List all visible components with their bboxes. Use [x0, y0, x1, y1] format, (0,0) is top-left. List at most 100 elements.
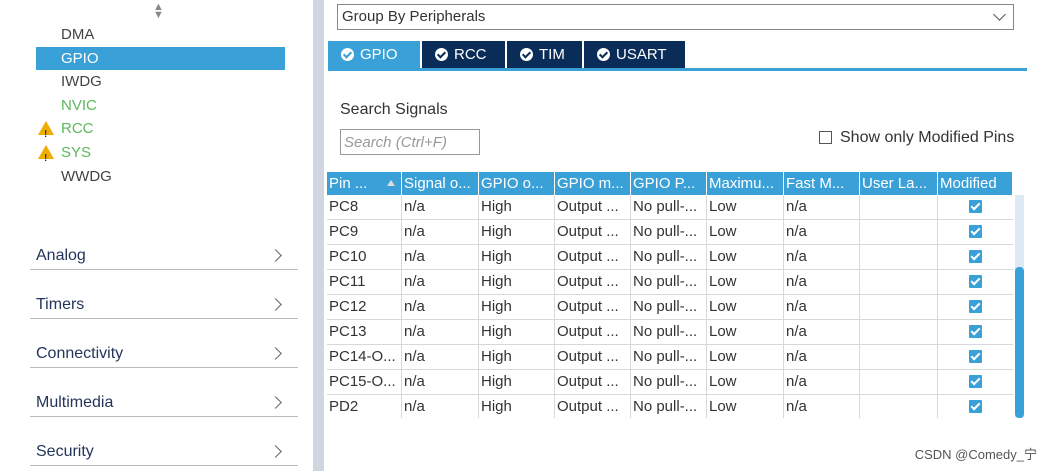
- modified-checkbox[interactable]: [969, 200, 982, 213]
- scrollbar-thumb[interactable]: [1015, 267, 1024, 418]
- table-cell: High: [479, 220, 555, 244]
- table-cell: No pull-...: [631, 245, 707, 269]
- modified-checkbox[interactable]: [969, 325, 982, 338]
- column-header[interactable]: Pin ...: [327, 172, 402, 195]
- table-cell: [938, 370, 1013, 394]
- left-panel: ▲▼ DMA GPIO IWDG NVIC RCC SYS WWDG Analog Timer…: [0, 0, 300, 471]
- table-cell: Output ...: [555, 245, 631, 269]
- table-cell: [938, 320, 1013, 344]
- modified-checkbox[interactable]: [969, 275, 982, 288]
- peripheral-item-gpio[interactable]: GPIO: [36, 46, 285, 70]
- tab-gpio[interactable]: GPIO: [328, 41, 422, 68]
- modified-checkbox[interactable]: [969, 350, 982, 363]
- peripheral-item-sys[interactable]: SYS: [36, 141, 285, 170]
- watermark: CSDN @Comedy_宁: [914, 447, 1037, 462]
- modified-checkbox[interactable]: [969, 250, 982, 263]
- modified-checkbox[interactable]: [969, 225, 982, 238]
- table-cell: [938, 245, 1013, 269]
- column-header[interactable]: User La...: [860, 172, 938, 195]
- table-cell: [938, 295, 1013, 319]
- warning-icon: [38, 145, 54, 170]
- search-input[interactable]: [340, 129, 480, 155]
- sort-arrows-icon[interactable]: ▲ ▼: [153, 2, 164, 21]
- modified-checkbox[interactable]: [969, 375, 982, 388]
- table-cell: [860, 345, 938, 369]
- table-cell: n/a: [784, 220, 860, 244]
- tab-rcc[interactable]: RCC: [422, 41, 507, 68]
- table-cell: n/a: [402, 220, 479, 244]
- panel-divider[interactable]: [313, 0, 324, 471]
- column-header[interactable]: Signal o...: [402, 172, 479, 195]
- category-connectivity[interactable]: Connectivity: [30, 319, 298, 368]
- peripheral-item-iwdg[interactable]: IWDG: [36, 70, 285, 93]
- show-modified-checkbox[interactable]: [819, 131, 832, 144]
- peripheral-label: IWDG: [61, 73, 102, 91]
- table-cell: n/a: [784, 395, 860, 418]
- table-row[interactable]: PC8 n/a High Output ... No pull-... Low n/a: [327, 195, 1013, 220]
- category-label: Multimedia: [36, 394, 114, 411]
- table-cell: Output ...: [555, 195, 631, 219]
- table-row[interactable]: PC12 n/a High Output ... No pull-... Low n/a: [327, 295, 1013, 320]
- peripheral-item-nvic[interactable]: NVIC: [36, 94, 285, 117]
- show-modified-label[interactable]: Show only Modified Pins: [840, 129, 1014, 147]
- warning-icon: [38, 121, 54, 146]
- column-header[interactable]: Maximu...: [707, 172, 784, 195]
- category-timers[interactable]: Timers: [30, 270, 298, 319]
- check-circle-icon: [597, 48, 610, 61]
- column-header[interactable]: GPIO m...: [555, 172, 631, 195]
- table-cell: PC14-O...: [327, 345, 402, 369]
- table-cell: n/a: [402, 295, 479, 319]
- column-header-label: Modified: [940, 175, 997, 192]
- table-cell: [860, 370, 938, 394]
- table-row[interactable]: PC10 n/a High Output ... No pull-... Low n/a: [327, 245, 1013, 270]
- peripheral-item-dma[interactable]: DMA: [36, 23, 285, 46]
- table-cell: Low: [707, 345, 784, 369]
- table-cell: Low: [707, 270, 784, 294]
- column-header[interactable]: Fast M...: [784, 172, 860, 195]
- peripheral-label: RCC: [61, 120, 94, 138]
- chevron-right-icon: [269, 347, 282, 360]
- table-cell: No pull-...: [631, 270, 707, 294]
- peripheral-item-rcc[interactable]: RCC: [36, 117, 285, 146]
- table-cell: n/a: [402, 345, 479, 369]
- tab-tim[interactable]: TIM: [507, 41, 584, 68]
- column-header-label: Signal o...: [404, 175, 471, 192]
- group-by-dropdown[interactable]: Group By Peripherals: [337, 4, 1014, 30]
- category-label: Security: [36, 443, 94, 460]
- category-analog[interactable]: Analog: [30, 221, 298, 270]
- table-scrollbar[interactable]: [1015, 195, 1024, 418]
- category-security[interactable]: Security: [30, 417, 298, 466]
- table-row[interactable]: PC11 n/a High Output ... No pull-... Low n/a: [327, 270, 1013, 295]
- modified-checkbox[interactable]: [969, 400, 982, 413]
- table-row[interactable]: PC13 n/a High Output ... No pull-... Low n/a: [327, 320, 1013, 345]
- table-row[interactable]: PC15-O... n/a High Output ... No pull-... Low…: [327, 370, 1013, 395]
- table-cell: n/a: [402, 195, 479, 219]
- column-header-label: User La...: [862, 175, 928, 192]
- table-cell: n/a: [402, 320, 479, 344]
- table-cell: Low: [707, 220, 784, 244]
- column-header[interactable]: Modified: [938, 172, 1013, 195]
- search-signals-label: Search Signals: [340, 101, 448, 118]
- table-cell: No pull-...: [631, 220, 707, 244]
- column-header[interactable]: GPIO P...: [631, 172, 707, 195]
- table-cell: PD2: [327, 395, 402, 418]
- table-cell: No pull-...: [631, 195, 707, 219]
- check-circle-icon: [520, 48, 533, 61]
- tab-label: TIM: [539, 46, 565, 63]
- group-by-value: Group By Peripherals: [342, 8, 486, 25]
- category-multimedia[interactable]: Multimedia: [30, 368, 298, 417]
- table-header: Pin ... Signal o... GPIO o... GPIO m... GPIO…: [327, 172, 1013, 195]
- table-row[interactable]: PD2 n/a High Output ... No pull-... Low n/a: [327, 395, 1013, 418]
- table-row[interactable]: PC9 n/a High Output ... No pull-... Low n/a: [327, 220, 1013, 245]
- table-row[interactable]: PC14-O... n/a High Output ... No pull-... Low…: [327, 345, 1013, 370]
- modified-checkbox[interactable]: [969, 300, 982, 313]
- peripheral-item-wwdg[interactable]: WWDG: [36, 165, 285, 188]
- table-cell: Output ...: [555, 345, 631, 369]
- table-cell: Low: [707, 245, 784, 269]
- peripheral-label: WWDG: [61, 167, 112, 185]
- table-cell: Low: [707, 320, 784, 344]
- tab-usart[interactable]: USART: [584, 41, 687, 68]
- chevron-right-icon: [269, 298, 282, 311]
- table-cell: High: [479, 370, 555, 394]
- column-header[interactable]: GPIO o...: [479, 172, 555, 195]
